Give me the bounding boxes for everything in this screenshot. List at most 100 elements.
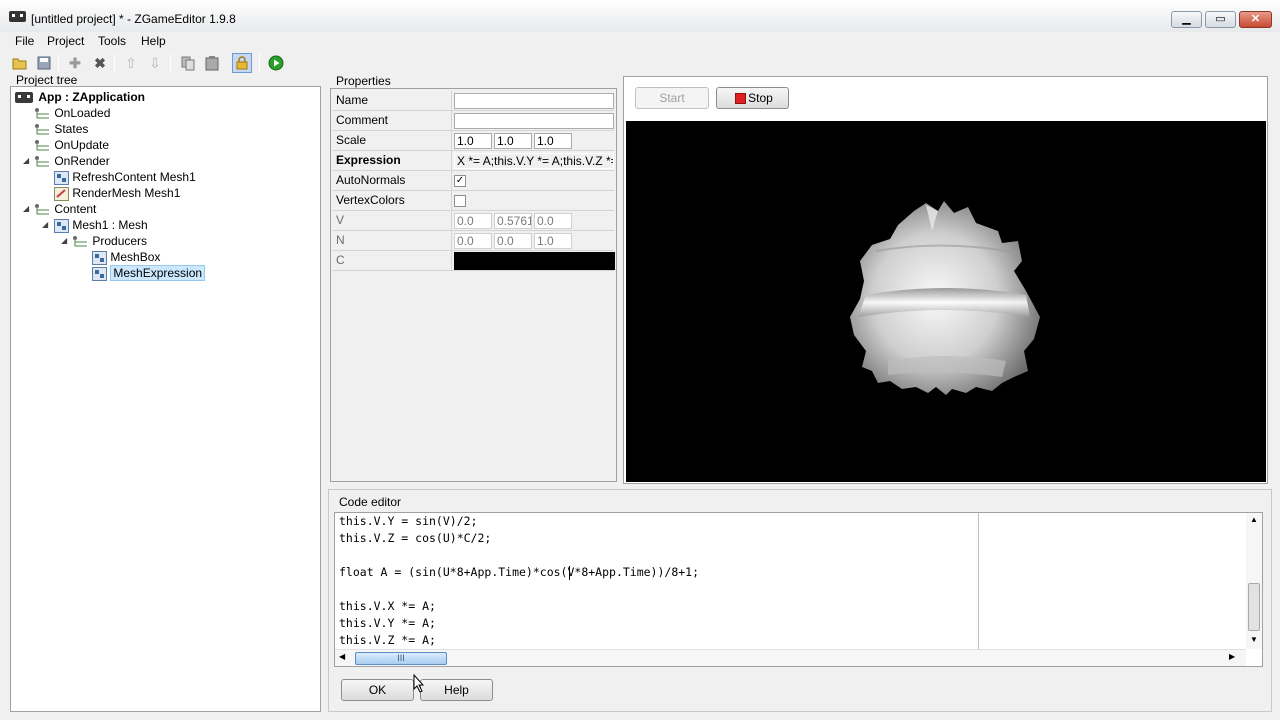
tree-node-label: Producers — [92, 234, 148, 248]
code-line: this.V.Y *= A; — [339, 616, 436, 630]
preview-panel: Start Stop — [623, 76, 1268, 484]
event-list-icon — [35, 123, 49, 135]
horizontal-scrollbar[interactable]: ◀ III ▶ — [335, 649, 1246, 666]
stop-button[interactable]: Stop — [716, 87, 789, 109]
v-x-field[interactable]: 0.0 — [454, 213, 492, 229]
tree-node-meshexpression[interactable]: MeshExpression — [92, 265, 206, 281]
prop-row-n: N 0.0 0.0 1.0 — [332, 231, 614, 251]
add-icon[interactable]: ✚ — [65, 53, 85, 73]
tree-node-rendermesh[interactable]: RenderMesh Mesh1 — [54, 185, 180, 201]
scroll-down-icon[interactable]: ▼ — [1246, 635, 1262, 644]
color-swatch[interactable] — [454, 252, 615, 270]
stop-icon — [735, 93, 746, 104]
tree-node-onrender[interactable]: OnRender — [35, 153, 110, 169]
tree-node-onupdate[interactable]: OnUpdate — [35, 137, 109, 153]
tree-node-content[interactable]: Content — [35, 201, 96, 217]
n-y-field[interactable]: 0.0 — [494, 233, 532, 249]
maximize-button[interactable]: ▭ — [1205, 11, 1236, 28]
tree-node-refreshcontent[interactable]: RefreshContent Mesh1 — [54, 169, 196, 185]
move-down-icon[interactable]: ⇩ — [145, 53, 165, 73]
tree-node-states[interactable]: States — [35, 121, 88, 137]
project-tree-label: Project tree — [16, 73, 78, 87]
menu-tools[interactable]: Tools — [98, 34, 126, 48]
save-icon[interactable] — [34, 53, 54, 73]
collapse-icon[interactable]: ◢ — [23, 201, 29, 217]
scroll-right-icon[interactable]: ▶ — [1229, 652, 1235, 661]
prop-row-c: C — [332, 251, 615, 271]
move-up-icon[interactable]: ⇧ — [121, 53, 141, 73]
paste-icon[interactable] — [202, 53, 222, 73]
lock-icon[interactable] — [232, 53, 252, 73]
scale-y-field[interactable]: 1.0 — [494, 133, 532, 149]
start-button[interactable]: Start — [635, 87, 709, 109]
prop-row-vertexcolors: VertexColors — [332, 191, 614, 211]
v-y-field[interactable]: 0.5761 — [494, 213, 532, 229]
code-line: this.V.Z *= A; — [339, 633, 436, 647]
prop-label: N — [332, 231, 452, 250]
n-x-field[interactable]: 0.0 — [454, 233, 492, 249]
scroll-up-icon[interactable]: ▲ — [1246, 515, 1262, 524]
right-margin-line — [978, 513, 979, 649]
scale-x-field[interactable]: 1.0 — [454, 133, 492, 149]
app-node-icon — [15, 92, 33, 104]
code-editor[interactable]: this.V.Y = sin(V)/2; this.V.Z = cos(U)*C… — [334, 512, 1263, 667]
tree-node-label: MeshBox — [110, 250, 161, 264]
toolbar-separator — [58, 54, 59, 72]
tree-node-mesh1[interactable]: Mesh1 : Mesh — [54, 217, 148, 233]
scale-z-field[interactable]: 1.0 — [534, 133, 572, 149]
menu-project[interactable]: Project — [47, 34, 84, 48]
vertical-scroll-thumb[interactable] — [1248, 583, 1260, 631]
expression-field[interactable]: X *= A;this.V.Y *= A;this.V.Z *= A; — [454, 153, 614, 169]
prop-label: AutoNormals — [332, 171, 452, 190]
close-icon: ✕ — [1250, 13, 1261, 25]
scroll-left-icon[interactable]: ◀ — [339, 652, 345, 661]
tree-node-label: OnRender — [54, 154, 110, 168]
tree-node-producers[interactable]: Producers — [73, 233, 147, 249]
tree-node-label: MeshExpression — [110, 265, 206, 281]
prop-label: V — [332, 211, 452, 230]
tree-node-app[interactable]: App : ZApplication — [15, 89, 145, 105]
tree-node-meshbox[interactable]: MeshBox — [92, 249, 160, 265]
n-z-field[interactable]: 1.0 — [534, 233, 572, 249]
mesh-render — [850, 201, 1040, 395]
mesh-icon — [54, 218, 69, 233]
title-bar: [untitled project] * - ZGameEditor 1.9.8… — [0, 0, 1280, 32]
collapse-icon[interactable]: ◢ — [23, 153, 29, 169]
tree-node-label: States — [54, 122, 89, 136]
horizontal-scroll-thumb[interactable]: III — [355, 652, 447, 665]
copy-icon[interactable] — [178, 53, 198, 73]
autonormals-checkbox[interactable]: ✓ — [454, 175, 466, 187]
prop-row-scale: Scale 1.0 1.0 1.0 — [332, 131, 614, 151]
help-button[interactable]: Help — [420, 679, 493, 701]
prop-label: C — [332, 251, 452, 270]
prop-label: VertexColors — [332, 191, 452, 210]
collapse-icon[interactable]: ◢ — [42, 217, 48, 233]
vertical-scrollbar[interactable]: ▲ ▼ — [1246, 513, 1262, 649]
menu-bar: File Project Tools Help — [0, 32, 1280, 51]
vertexcolors-checkbox[interactable] — [454, 195, 466, 207]
maximize-icon: ▭ — [1215, 13, 1226, 25]
comment-field[interactable] — [454, 113, 614, 129]
prop-row-v: V 0.0 0.5761 0.0 — [332, 211, 614, 231]
text-cursor — [569, 566, 570, 580]
open-icon[interactable] — [10, 53, 30, 73]
close-button[interactable]: ✕ — [1239, 11, 1272, 28]
tree-node-onloaded[interactable]: OnLoaded — [35, 105, 110, 121]
prop-row-expression: Expression X *= A;this.V.Y *= A;this.V.Z… — [332, 151, 614, 171]
minimize-icon: ▁ — [1182, 13, 1191, 25]
tree-node-label: OnLoaded — [54, 106, 111, 120]
render-viewport[interactable] — [626, 121, 1266, 482]
code-line: this.V.X *= A; — [339, 599, 436, 613]
v-z-field[interactable]: 0.0 — [534, 213, 572, 229]
ok-button[interactable]: OK — [341, 679, 414, 701]
code-line: float A = (sin(U*8+App.Time)*cos(V*8+App… — [339, 565, 700, 579]
name-field[interactable] — [454, 93, 614, 109]
run-icon[interactable] — [266, 53, 286, 73]
delete-icon[interactable]: ✖ — [90, 53, 110, 73]
minimize-button[interactable]: ▁ — [1171, 11, 1202, 28]
menu-help[interactable]: Help — [141, 34, 166, 48]
event-list-icon — [35, 139, 49, 151]
menu-file[interactable]: File — [15, 34, 34, 48]
collapse-icon[interactable]: ◢ — [61, 233, 67, 249]
code-text-area[interactable]: this.V.Y = sin(V)/2; this.V.Z = cos(U)*C… — [339, 513, 979, 649]
